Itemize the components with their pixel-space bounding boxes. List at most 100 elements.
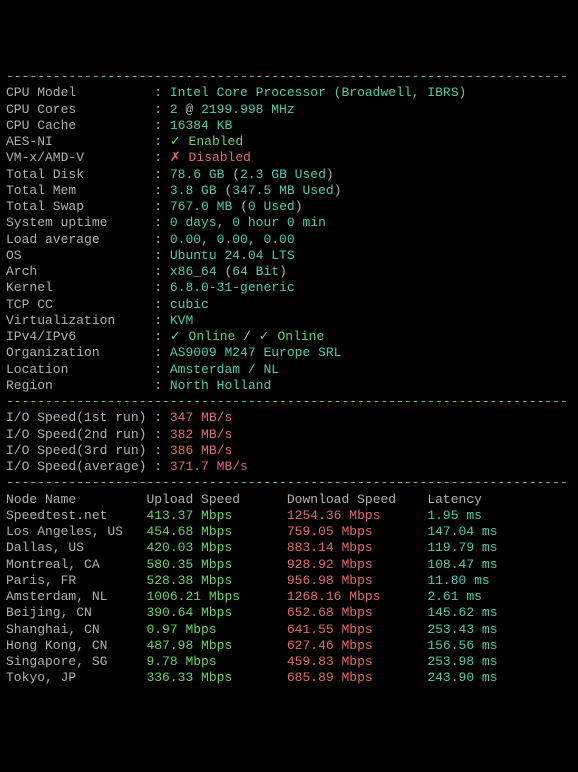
upload-0: 413.37 Mbps xyxy=(146,508,286,523)
upload-5: 1006.21 Mbps xyxy=(146,589,286,604)
separator: : xyxy=(146,150,169,165)
org-row: Organization : AS9009 M247 Europe SRL xyxy=(6,345,572,361)
cpu-cores-freq: 2199.998 MHz xyxy=(201,102,295,117)
separator: : xyxy=(146,378,169,393)
virt-row: Virtualization : KVM xyxy=(6,313,572,329)
total-mem-value: 3.8 GB xyxy=(170,183,217,198)
paren-open: ( xyxy=(217,183,233,198)
paren-close: ) xyxy=(334,183,342,198)
terminal-output: ----------------------------------------… xyxy=(6,69,572,687)
header-download: Download Speed xyxy=(287,492,427,507)
io-speed-3-label: I/O Speed(3rd run) xyxy=(6,443,146,458)
total-mem-used: 347.5 MB Used xyxy=(232,183,333,198)
separator: : xyxy=(146,459,169,474)
io-speed-avg-label: I/O Speed(average) xyxy=(6,459,146,474)
upload-10: 336.33 Mbps xyxy=(146,670,286,685)
tcp-cc-value: cubic xyxy=(170,297,209,312)
ipv-row: IPv4/IPv6 : ✓ Online / ✓ Online xyxy=(6,329,572,345)
node-name-3: Montreal, CA xyxy=(6,557,146,572)
aes-ni-row: AES-NI : ✓ Enabled xyxy=(6,134,572,150)
speedtest-row-9: Singapore, SG 9.78 Mbps 459.83 Mbps 253.… xyxy=(6,654,572,670)
speedtest-row-5: Amsterdam, NL 1006.21 Mbps 1268.16 Mbps … xyxy=(6,589,572,605)
speedtest-row-4: Paris, FR 528.38 Mbps 956.98 Mbps 11.80 … xyxy=(6,573,572,589)
speedtest-row-0: Speedtest.net 413.37 Mbps 1254.36 Mbps 1… xyxy=(6,508,572,524)
total-disk-value: 78.6 GB xyxy=(170,167,225,182)
os-value: Ubuntu 24.04 LTS xyxy=(170,248,295,263)
upload-3: 580.35 Mbps xyxy=(146,557,286,572)
ipv-row-label: IPv4/IPv6 xyxy=(6,329,146,344)
download-10: 685.89 Mbps xyxy=(287,670,427,685)
region-row-label: Region xyxy=(6,378,146,393)
header-latency: Latency xyxy=(427,492,482,507)
latency-1: 147.04 ms xyxy=(427,524,497,539)
total-disk-row-label: Total Disk xyxy=(6,167,146,182)
location-row-label: Location xyxy=(6,362,146,377)
separator: : xyxy=(146,345,169,360)
download-8: 627.46 Mbps xyxy=(287,638,427,653)
aes-ni-value: Enabled xyxy=(189,134,244,149)
speedtest-row-8: Hong Kong, CN 487.98 Mbps 627.46 Mbps 15… xyxy=(6,638,572,654)
separator: : xyxy=(146,362,169,377)
cross-icon: ✗ xyxy=(170,150,189,165)
slash-separator: / xyxy=(235,329,258,344)
vmx-row: VM-x/AMD-V : ✗ Disabled xyxy=(6,150,572,166)
separator: : xyxy=(146,215,169,230)
cpu-cache-value: 16384 KB xyxy=(170,118,232,133)
separator: : xyxy=(146,183,169,198)
cpu-cores-row-label: CPU Cores xyxy=(6,102,146,117)
separator: : xyxy=(146,199,169,214)
check-icon: ✓ xyxy=(170,134,189,149)
kernel-row-label: Kernel xyxy=(6,280,146,295)
download-0: 1254.36 Mbps xyxy=(287,508,427,523)
virt-row-label: Virtualization xyxy=(6,313,146,328)
separator: : xyxy=(146,313,169,328)
latency-2: 119.79 ms xyxy=(427,540,497,555)
total-swap-used: 0 Used xyxy=(248,199,295,214)
arch-value: x86_64 xyxy=(170,264,217,279)
node-name-10: Tokyo, JP xyxy=(6,670,146,685)
total-disk-used: 2.3 GB Used xyxy=(240,167,326,182)
latency-9: 253.98 ms xyxy=(427,654,497,669)
ipv4-status: Online xyxy=(189,329,236,344)
paren-open: ( xyxy=(217,264,233,279)
latency-3: 108.47 ms xyxy=(427,557,497,572)
cpu-model-row-label: CPU Model xyxy=(6,85,146,100)
vmx-value: Disabled xyxy=(189,150,251,165)
cpu-model-value: Intel Core Processor (Broadwell, IBRS) xyxy=(170,85,466,100)
uptime-value: 0 days, 0 hour 0 min xyxy=(170,215,326,230)
uptime-row-label: System uptime xyxy=(6,215,146,230)
separator: : xyxy=(146,85,169,100)
latency-5: 2.61 ms xyxy=(427,589,482,604)
header-node: Node Name xyxy=(6,492,146,507)
upload-4: 528.38 Mbps xyxy=(146,573,286,588)
divider: ----------------------------------------… xyxy=(6,475,568,490)
cpu-cache-row-label: CPU Cache xyxy=(6,118,146,133)
download-9: 459.83 Mbps xyxy=(287,654,427,669)
divider-top: ----------------------------------------… xyxy=(6,69,572,85)
separator: : xyxy=(146,167,169,182)
total-mem-row: Total Mem : 3.8 GB (347.5 MB Used) xyxy=(6,183,572,199)
tcp-cc-row-label: TCP CC xyxy=(6,297,146,312)
location-value: Amsterdam / NL xyxy=(170,362,279,377)
divider-mid1: ----------------------------------------… xyxy=(6,394,572,410)
speedtest-row-3: Montreal, CA 580.35 Mbps 928.92 Mbps 108… xyxy=(6,557,572,573)
arch-row: Arch : x86_64 (64 Bit) xyxy=(6,264,572,280)
node-name-2: Dallas, US xyxy=(6,540,146,555)
io-speed-avg: I/O Speed(average) : 371.7 MB/s xyxy=(6,459,572,475)
io-speed-3: I/O Speed(3rd run) : 386 MB/s xyxy=(6,443,572,459)
download-5: 1268.16 Mbps xyxy=(287,589,427,604)
upload-7: 0.97 Mbps xyxy=(146,622,286,637)
vmx-row-label: VM-x/AMD-V xyxy=(6,150,146,165)
load-row: Load average : 0.00, 0.00, 0.00 xyxy=(6,232,572,248)
separator: : xyxy=(146,232,169,247)
speedtest-row-10: Tokyo, JP 336.33 Mbps 685.89 Mbps 243.90… xyxy=(6,670,572,686)
upload-8: 487.98 Mbps xyxy=(146,638,286,653)
separator: : xyxy=(146,329,169,344)
paren-open: ( xyxy=(232,199,248,214)
io-speed-1-value: 347 MB/s xyxy=(170,410,232,425)
ipv6-status: Online xyxy=(277,329,324,344)
speedtest-row-2: Dallas, US 420.03 Mbps 883.14 Mbps 119.7… xyxy=(6,540,572,556)
latency-10: 243.90 ms xyxy=(427,670,497,685)
io-speed-2-label: I/O Speed(2nd run) xyxy=(6,427,146,442)
separator: : xyxy=(146,118,169,133)
